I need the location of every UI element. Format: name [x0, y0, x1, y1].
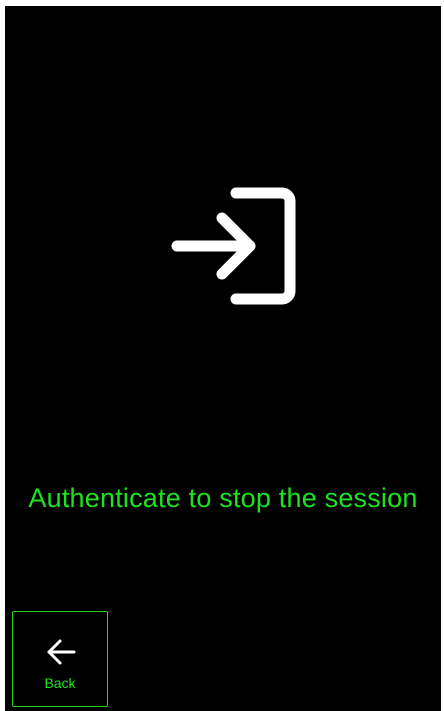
back-label: Back [44, 675, 76, 691]
back-button[interactable]: Back [12, 611, 108, 707]
arrow-left-icon [45, 636, 77, 668]
auth-message: Authenticate to stop the session [28, 483, 418, 513]
login-icon [170, 187, 296, 305]
auth-screen: Authenticate to stop the session Back [5, 6, 441, 711]
